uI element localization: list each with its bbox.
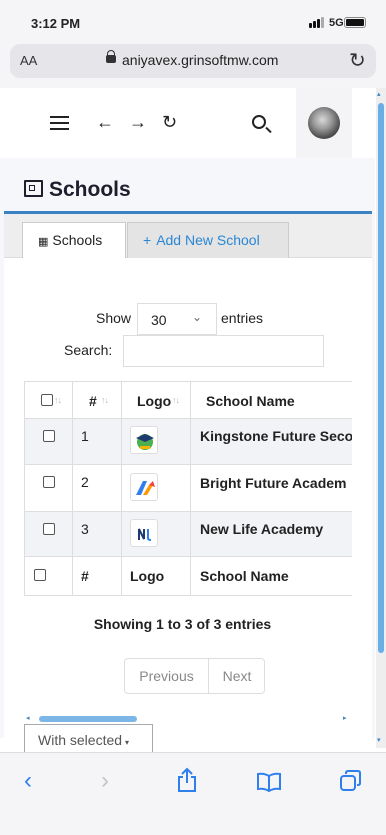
tab-schools[interactable]: ▦ Schools — [22, 222, 126, 258]
search-label: Search: — [64, 342, 113, 358]
url-text[interactable]: aniyavex.grinsoftmw.com — [122, 52, 278, 68]
select-all-checkbox-footer[interactable] — [34, 569, 46, 581]
plus-icon: + — [143, 232, 152, 248]
row-checkbox[interactable] — [43, 430, 55, 442]
school-name[interactable]: Kingstone Future Seco — [200, 428, 352, 444]
colorful-arrow-icon — [130, 473, 158, 501]
battery-icon — [344, 17, 366, 28]
select-all-checkbox[interactable] — [41, 394, 53, 406]
previous-button[interactable]: Previous — [125, 659, 209, 693]
pagination: Previous Next — [124, 658, 265, 694]
signal-bar-1 — [309, 23, 312, 28]
school-name[interactable]: New Life Academy — [200, 521, 323, 537]
signal-bar-2 — [313, 21, 316, 28]
menu-icon[interactable] — [50, 116, 69, 130]
table-row: 1 Kingstone Future Seco — [25, 419, 352, 465]
status-bar: 3:12 PM 5G — [0, 0, 386, 44]
network-label: 5G — [329, 17, 344, 29]
tab-add-new-school[interactable]: + Add New School — [127, 222, 289, 258]
sort-icon[interactable]: ↑↓ — [54, 395, 62, 405]
show-label: Show — [96, 310, 132, 326]
site-header: ← → ↻ — [0, 88, 375, 158]
avatar[interactable] — [308, 107, 340, 139]
table-header-row: ↑↓ # ↑↓ Logo ↑↓ School Name — [25, 381, 352, 419]
school-name[interactable]: Bright Future Academ — [200, 475, 347, 491]
browser-address-area: AA aniyavex.grinsoftmw.com ↻ — [0, 44, 386, 88]
horizontal-scrollbar[interactable]: ◂ ▸ — [24, 714, 352, 724]
forward-icon[interactable]: › — [101, 767, 109, 795]
forward-arrow-icon[interactable]: → — [129, 112, 147, 133]
reload-icon[interactable]: ↻ — [349, 48, 366, 73]
header-logo[interactable]: Logo ↑↓ — [122, 382, 191, 418]
building-icon — [24, 180, 43, 197]
browser-toolbar: ‹ › — [0, 752, 386, 835]
scroll-thumb[interactable] — [39, 716, 137, 722]
building-icon: ▦ — [38, 236, 49, 248]
text-size-button[interactable]: AA — [20, 53, 37, 68]
header-number[interactable]: # ↑↓ — [73, 382, 122, 418]
nl-letters-icon — [130, 519, 158, 547]
address-bar[interactable]: AA aniyavex.grinsoftmw.com ↻ — [10, 44, 376, 78]
tabs-icon[interactable] — [339, 769, 363, 800]
sort-icon[interactable]: ↑↓ — [101, 395, 109, 405]
vertical-scroll-thumb[interactable] — [378, 103, 384, 653]
schools-table: ↑↓ # ↑↓ Logo ↑↓ School Name 1 Kingstone … — [24, 381, 352, 596]
scroll-left-icon[interactable]: ◂ — [26, 714, 30, 722]
table-row: 3 New Life Academy — [25, 512, 352, 557]
vertical-scrollbar[interactable]: ▴ ▾ — [376, 88, 386, 748]
back-arrow-icon[interactable]: ← — [96, 112, 114, 133]
bookmarks-icon[interactable] — [256, 771, 282, 799]
refresh-icon[interactable]: ↻ — [162, 112, 177, 133]
sort-icon[interactable]: ↑↓ — [172, 395, 180, 405]
status-time: 3:12 PM — [31, 16, 81, 31]
table-footer-row: # Logo School Name — [25, 557, 352, 596]
user-menu[interactable] — [296, 88, 352, 158]
next-button[interactable]: Next — [209, 659, 265, 693]
chevron-down-icon: ⌄ — [192, 310, 203, 324]
entries-label: entries — [221, 310, 264, 326]
select-all-cell[interactable]: ↑↓ — [25, 382, 73, 418]
header-school-name[interactable]: School Name — [191, 382, 352, 418]
scroll-down-icon[interactable]: ▾ — [377, 736, 381, 744]
table-info: Showing 1 to 3 of 3 entries — [93, 616, 272, 632]
graduation-cap-icon — [130, 426, 158, 454]
table-row: 2 Bright Future Academ — [25, 465, 352, 512]
back-icon[interactable]: ‹ — [24, 767, 32, 795]
scroll-up-icon[interactable]: ▴ — [377, 90, 381, 98]
caret-down-icon: ▾ — [125, 738, 130, 747]
search-input[interactable] — [123, 335, 324, 367]
signal-bar-3 — [317, 19, 320, 28]
row-checkbox[interactable] — [43, 523, 55, 535]
search-icon[interactable] — [252, 115, 266, 129]
scroll-right-icon[interactable]: ▸ — [343, 714, 347, 722]
with-selected-dropdown[interactable]: With selected ▾ — [24, 724, 153, 754]
share-icon[interactable] — [176, 767, 198, 800]
page-title: Schools — [24, 178, 131, 202]
entries-select[interactable]: 30 ⌄ — [137, 303, 217, 335]
signal-bar-4 — [321, 17, 324, 28]
row-checkbox[interactable] — [43, 476, 55, 488]
lock-icon — [106, 50, 116, 63]
